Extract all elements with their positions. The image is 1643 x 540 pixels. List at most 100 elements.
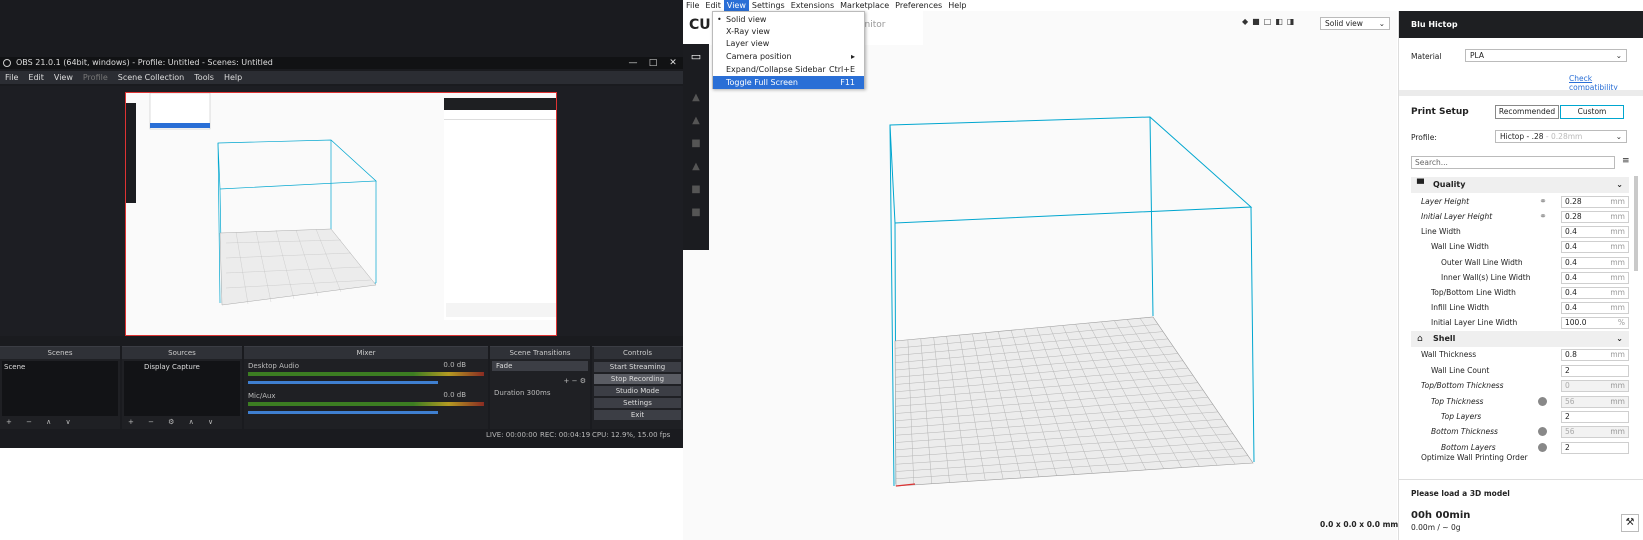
view-top-icon[interactable]: □ (1264, 17, 1272, 26)
setting-outer-wall-line-width: Outer Wall Line Width 0.4 mm (1399, 255, 1643, 271)
setting-bottom-thickness: Bottom Thickness 56 mm (1399, 424, 1643, 440)
setting-input[interactable]: 56 mm (1561, 396, 1629, 408)
settings-menu-icon[interactable]: ≡ (1622, 156, 1630, 166)
obs-menu-profile[interactable]: Profile (78, 71, 113, 84)
volume-slider[interactable] (248, 381, 438, 384)
submenu-arrow-icon: ▸ (850, 52, 855, 61)
view-left-icon[interactable]: ◧ (1275, 17, 1283, 26)
setting-input[interactable]: 56 mm (1561, 426, 1629, 438)
reset-icon[interactable] (1538, 397, 1547, 406)
setting-input[interactable]: 0.4 mm (1561, 241, 1629, 253)
source-item[interactable]: Display Capture (144, 363, 238, 371)
rec-status: REC: 00:04:19 (540, 431, 591, 439)
setting-input[interactable]: 0 mm (1561, 380, 1629, 392)
model-dimensions: 0.0 x 0.0 x 0.0 mm (1320, 520, 1399, 529)
setting-input[interactable]: 0.4 mm (1561, 257, 1629, 269)
stop-recording-button[interactable]: Stop Recording (594, 374, 681, 384)
cura-menu-file[interactable]: File (683, 0, 702, 11)
printer-header[interactable]: Blu Hictop (1399, 11, 1643, 38)
scene-item[interactable]: Scene (4, 363, 116, 371)
close-icon[interactable]: ✕ (663, 57, 683, 69)
cura-menu-view[interactable]: View (723, 0, 749, 11)
obs-menu-view[interactable]: View (49, 71, 78, 84)
setting-input[interactable]: 0.4 mm (1561, 226, 1629, 238)
setting-input[interactable]: 2 (1561, 365, 1629, 377)
obs-menu-help[interactable]: Help (219, 71, 247, 84)
chevron-down-icon: ⌄ (1615, 51, 1622, 60)
live-status: LIVE: 00:00:00 (486, 431, 538, 439)
obs-menu-file[interactable]: File (0, 71, 23, 84)
setting-input[interactable]: 0.28 mm (1561, 211, 1629, 223)
duration-input[interactable]: 300ms (527, 389, 551, 397)
setting-input[interactable]: 0.4 mm (1561, 272, 1629, 284)
profile-select[interactable]: Hictop - .28 - 0.28mm ⌄ (1495, 130, 1627, 143)
custom-tab[interactable]: Custom (1560, 105, 1624, 119)
section-divider (1399, 90, 1643, 96)
studio-mode-button[interactable]: Studio Mode (594, 386, 681, 396)
duration-label: Duration (494, 389, 525, 397)
setting-input[interactable]: 2 (1561, 442, 1629, 454)
view-orientation-buttons[interactable]: ◆ ■ □ ◧ ◨ (1242, 17, 1294, 26)
cura-menu-help[interactable]: Help (945, 0, 969, 11)
chevron-down-icon: ⌄ (1616, 180, 1623, 189)
setting-input[interactable]: 0.4 mm (1561, 302, 1629, 314)
setting-input[interactable]: 2 (1561, 411, 1629, 423)
link-icon[interactable]: ⚭ (1538, 212, 1548, 222)
menu-item-camera-position[interactable]: Camera position ▸ (713, 50, 864, 63)
cura-menu-extensions[interactable]: Extensions (788, 0, 837, 11)
tool-icons[interactable]: ▲ ▲ ■ ▲ ■ ■ (683, 86, 709, 224)
obs-menu-scene-collection[interactable]: Scene Collection (113, 71, 190, 84)
scenes-dock: Scenes Scene + − ∧ ∨ (0, 346, 120, 429)
menu-item-toggle-fullscreen[interactable]: Toggle Full Screen F11 (713, 76, 864, 89)
category-quality[interactable]: Quality ⌄ (1411, 177, 1629, 193)
open-file-icon[interactable]: ▭ (683, 44, 709, 70)
cura-viewport[interactable] (683, 11, 1397, 540)
print-settings-icon[interactable]: ⚒ (1621, 514, 1639, 532)
category-shell[interactable]: Shell ⌄ (1411, 331, 1629, 347)
settings-search-input[interactable]: Search... (1411, 156, 1615, 169)
link-icon[interactable]: ⚭ (1538, 197, 1548, 207)
setting-input[interactable]: 0.4 mm (1561, 287, 1629, 299)
sidebar-scrollbar[interactable] (1634, 176, 1638, 271)
cpu-status: CPU: 12.9%, 15.00 fps (592, 431, 671, 439)
reset-icon[interactable] (1538, 443, 1547, 452)
view-right-icon[interactable]: ◨ (1287, 17, 1295, 26)
obs-menu-tools[interactable]: Tools (189, 71, 219, 84)
transition-select[interactable]: Fade (492, 361, 588, 371)
setting-input[interactable]: 0.28 mm (1561, 196, 1629, 208)
setting-input[interactable]: 0.8 mm (1561, 349, 1629, 361)
view-3d-icon[interactable]: ◆ (1242, 17, 1248, 26)
material-select[interactable]: PLA ⌄ (1465, 49, 1627, 62)
obs-menu-edit[interactable]: Edit (23, 71, 49, 84)
view-front-icon[interactable]: ■ (1252, 17, 1260, 26)
cura-menu-marketplace[interactable]: Marketplace (837, 0, 892, 11)
view-mode-value: Solid view (1325, 19, 1363, 28)
menu-item-layer-view[interactable]: Layer view (713, 37, 864, 50)
setting-wall-line-count: Wall Line Count 2 (1399, 363, 1643, 379)
load-model-message: Please load a 3D model (1411, 489, 1510, 498)
view-mode-select[interactable]: Solid view ⌄ (1320, 17, 1390, 30)
cura-menu-settings[interactable]: Settings (749, 0, 788, 11)
mixer-header: Mixer (244, 347, 488, 359)
obs-app-icon (3, 59, 11, 67)
shell-icon: ⌂ (1417, 334, 1423, 344)
view-menu-dropdown: • Solid view X-Ray view Layer view Camera… (712, 11, 865, 89)
recommended-tab[interactable]: Recommended (1495, 105, 1559, 119)
setting-input[interactable]: 100.0% (1561, 317, 1629, 329)
sources-toolbar[interactable]: + − ⚙ ∧ ∨ (122, 418, 242, 426)
minimize-icon[interactable]: — (623, 57, 643, 69)
settings-button[interactable]: Settings (594, 398, 681, 408)
cura-menu-edit[interactable]: Edit (702, 0, 724, 11)
menu-item-expand-sidebar[interactable]: Expand/Collapse Sidebar Ctrl+E (713, 63, 864, 76)
setting-top-layers: Top Layers 2 (1399, 409, 1643, 425)
level-meter (248, 372, 484, 376)
scenes-toolbar[interactable]: + − ∧ ∨ (0, 418, 120, 426)
start-streaming-button[interactable]: Start Streaming (594, 362, 681, 372)
transition-toolbar[interactable]: + − ⚙ (490, 377, 590, 385)
maximize-icon[interactable]: □ (643, 57, 663, 69)
volume-slider[interactable] (248, 411, 438, 414)
setting-top-bottom-line-width: Top/Bottom Line Width 0.4 mm (1399, 285, 1643, 301)
cura-menu-preferences[interactable]: Preferences (892, 0, 945, 11)
reset-icon[interactable] (1538, 427, 1547, 436)
exit-button[interactable]: Exit (594, 410, 681, 420)
